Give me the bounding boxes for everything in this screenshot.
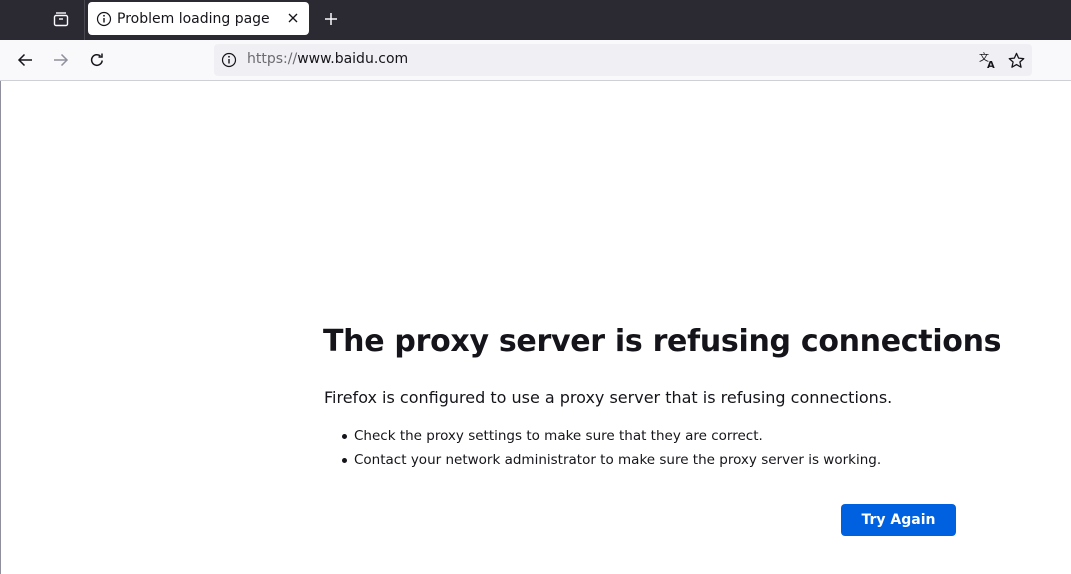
forward-arrow-icon <box>53 52 69 68</box>
url-protocol: https:// <box>247 51 298 67</box>
error-suggestions: Check the proxy settings to make sure th… <box>341 426 881 474</box>
tab-separator <box>84 0 85 40</box>
reload-icon <box>89 52 105 68</box>
back-button[interactable] <box>11 46 39 74</box>
tab-list-button[interactable] <box>44 4 78 34</box>
tab-strip: Problem loading page <box>0 0 1071 40</box>
tab-title: Problem loading page <box>117 10 270 27</box>
tab-list-icon <box>53 11 69 27</box>
forward-button[interactable] <box>47 46 75 74</box>
page-content: The proxy server is refusing connections… <box>0 81 1071 574</box>
plus-icon <box>324 12 338 26</box>
back-arrow-icon <box>17 52 33 68</box>
info-icon <box>96 11 112 27</box>
tab-problem-loading[interactable]: Problem loading page <box>88 2 309 35</box>
try-again-button[interactable]: Try Again <box>841 504 956 536</box>
error-title: The proxy server is refusing connections <box>323 324 1002 359</box>
reload-button[interactable] <box>83 46 111 74</box>
site-info-icon[interactable] <box>220 51 238 69</box>
translate-icon[interactable]: 文 A <box>978 50 998 70</box>
error-description: Firefox is configured to use a proxy ser… <box>324 388 893 407</box>
list-item: Check the proxy settings to make sure th… <box>341 426 881 450</box>
url-bar[interactable]: https://www.baidu.com 文 A <box>214 44 1032 76</box>
list-item: Contact your network administrator to ma… <box>341 450 881 474</box>
close-icon[interactable] <box>285 10 301 26</box>
new-tab-button[interactable] <box>318 6 344 32</box>
star-icon[interactable] <box>1006 50 1026 70</box>
svg-text:A: A <box>987 60 995 69</box>
url-text[interactable]: https://www.baidu.com <box>247 51 408 67</box>
navigation-toolbar: https://www.baidu.com 文 A <box>0 40 1071 81</box>
url-host: www.baidu.com <box>297 51 409 67</box>
